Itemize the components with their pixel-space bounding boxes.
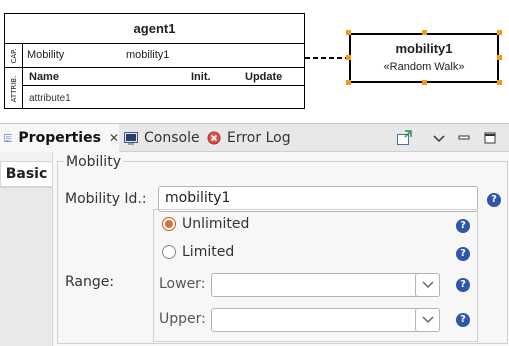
resize-handle-ne[interactable] [497,30,502,35]
agent-node[interactable]: agent1 CAP. Mobility mobility1 ATTRIB. N… [4,13,305,109]
attributes-section-label: ATTRIB. [5,68,23,109]
radio-unlimited[interactable]: Unlimited [162,216,249,232]
minimize-icon[interactable] [456,130,472,146]
tab-error-log-label: Error Log [227,130,291,146]
resize-handle-e[interactable] [497,55,502,60]
resize-handle-nw[interactable] [346,30,351,35]
help-icon[interactable]: ? [456,247,470,261]
lower-dropdown-button[interactable] [415,273,440,297]
group-title: Mobility [64,154,123,170]
attr-header-init: Init. [191,71,211,83]
pin-icon[interactable] [396,130,412,146]
tab-error-log[interactable]: Error Log [207,124,291,152]
attr-header-update: Update [245,71,283,83]
radio-limited-label: Limited [182,244,235,260]
chevron-down-icon [421,316,434,324]
resize-handle-w[interactable] [346,55,351,60]
properties-panel: Mobility Mobility Id.: mobility1 ? Range… [52,152,509,346]
close-icon[interactable]: ✕ [109,131,119,145]
properties-view: Basic Mobility Mobility Id.: mobility1 ?… [0,152,509,346]
tab-console[interactable]: Console [124,124,200,152]
diagram-canvas[interactable]: agent1 CAP. Mobility mobility1 ATTRIB. N… [0,0,509,123]
agent-capabilities-section: CAP. Mobility mobility1 [5,44,304,68]
capability-name: Mobility [27,49,65,61]
attr-header-name: Name [29,71,59,83]
radio-button[interactable] [162,245,176,259]
tab-basic[interactable]: Basic [0,161,52,187]
tab-console-label: Console [144,130,200,146]
resize-handle-s[interactable] [422,80,427,85]
mobility-group: Mobility Mobility Id.: mobility1 ? Range… [57,154,508,344]
agent-attributes-section: ATTRIB. Name Init. Update attribute1 [5,68,304,109]
range-options-box: Unlimited ? Limited ? Lower: ? Upper: ? [153,209,478,342]
radio-limited[interactable]: Limited [162,244,234,260]
mobility-title: mobility1 [395,41,453,56]
console-icon [124,132,138,145]
mobility-node[interactable]: mobility1 «Random Walk» [349,33,499,83]
capabilities-section-label: CAP. [5,44,23,67]
properties-icon [4,134,13,142]
radio-unlimited-label: Unlimited [182,216,250,232]
lower-combo[interactable] [211,273,440,297]
view-tab-bar: Properties ✕ Console Error Log [0,123,509,152]
attributes-header: Name Init. Update [23,68,304,86]
lower-label: Lower: [159,276,206,292]
upper-dropdown-button[interactable] [415,308,440,332]
attribute-row[interactable]: attribute1 [29,93,71,104]
maximize-icon[interactable] [482,130,498,146]
help-icon[interactable]: ? [456,278,470,292]
tab-properties-label: Properties [18,130,101,146]
agent-mobility-connector[interactable] [305,56,349,60]
upper-combo[interactable] [211,308,440,332]
side-tab-strip [0,187,52,346]
help-icon[interactable]: ? [456,219,470,233]
view-menu-icon[interactable] [431,130,447,146]
upper-label: Upper: [159,311,206,327]
mobility-id-label: Mobility Id.: [65,191,147,207]
resize-handle-n[interactable] [422,30,427,35]
resize-handle-sw[interactable] [346,80,351,85]
error-log-icon [207,131,221,145]
range-label: Range: [65,274,115,290]
radio-button-checked[interactable] [162,217,176,231]
help-icon[interactable]: ? [456,313,470,327]
resize-handle-se[interactable] [497,80,502,85]
capability-value: mobility1 [126,49,170,61]
agent-title: agent1 [5,14,304,44]
chevron-down-icon [421,281,434,289]
tab-properties[interactable]: Properties ✕ [0,124,119,152]
mobility-stereotype: «Random Walk» [383,61,465,73]
help-icon[interactable]: ? [487,193,501,207]
